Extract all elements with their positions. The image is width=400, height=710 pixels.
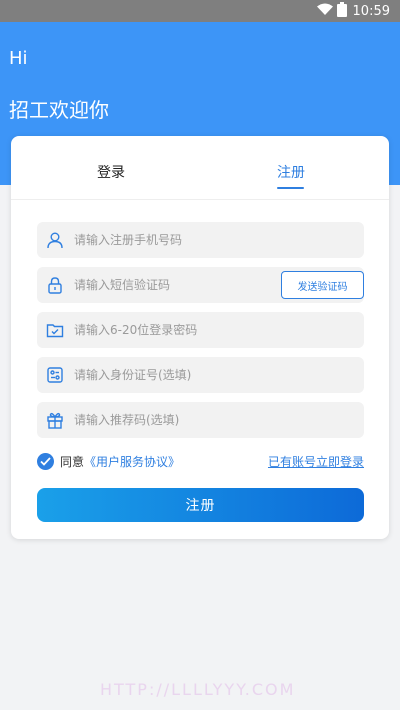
gift-icon [45,410,65,430]
idcard-input[interactable] [74,357,364,393]
register-button[interactable]: 注册 [37,488,364,522]
watermark: HTTP://LLLLYYY.COM [100,680,296,699]
greeting: Hi [9,48,28,69]
id-card-icon [45,365,65,385]
divider [11,199,389,200]
tab-underline [277,187,304,189]
tab-register[interactable]: 注册 [277,162,305,182]
referral-field [37,402,364,438]
tab-login[interactable]: 登录 [97,162,125,182]
referral-input[interactable] [74,402,364,438]
phone-input[interactable] [74,222,364,258]
phone-field [37,222,364,258]
user-icon [45,230,65,250]
status-time: 10:59 [352,3,390,19]
agree-checkbox[interactable] [37,452,54,470]
idcard-field [37,357,364,393]
password-field [37,312,364,348]
sms-field: 发送验证码 [37,267,364,303]
lock-icon [45,275,65,295]
agreement-row: 同意 《用户服务协议》 已有账号立即登录 [37,451,364,471]
tab-bar: 登录 注册 [11,136,389,196]
service-agreement-link[interactable]: 《用户服务协议》 [84,453,180,470]
agree-prefix: 同意 [60,454,85,469]
password-input[interactable] [74,312,364,348]
login-link[interactable]: 已有账号立即登录 [268,453,364,470]
password-folder-icon [45,320,65,340]
welcome-title: 招工欢迎你 [9,98,109,122]
wifi-icon [316,3,333,19]
send-code-button[interactable]: 发送验证码 [281,271,364,299]
status-bar: 10:59 [0,0,400,22]
battery-icon [336,1,347,21]
register-card: 登录 注册 发送验证码 [11,136,389,539]
